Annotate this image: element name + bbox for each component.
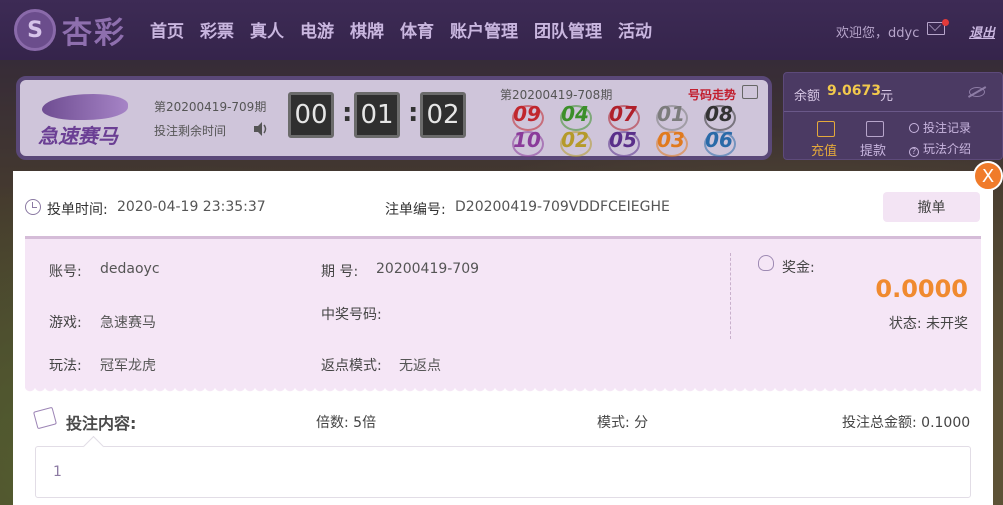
play-value: 冠军龙虎 <box>100 358 156 374</box>
game-header: 急速赛马 第20200419-709期 投注剩余时间 00 : 01 : 02 … <box>16 76 772 160</box>
nav-menu: 首页 彩票 真人 电游 棋牌 体育 账户管理 团队管理 活动 <box>150 17 668 42</box>
result-ball: 05 <box>606 128 640 157</box>
money-bag-icon <box>758 255 774 271</box>
current-issue: 第20200419-709期 <box>154 100 267 114</box>
trend-icon[interactable] <box>742 85 758 99</box>
nav-item-sports[interactable]: 体育 <box>400 17 434 42</box>
clock-icon <box>25 199 41 215</box>
game-label: 游戏: <box>49 315 82 331</box>
balance-unit: 元 <box>880 89 894 104</box>
remain-time-label: 投注剩余时间 <box>154 124 227 138</box>
result-ball: 01 <box>654 102 688 131</box>
timer-seconds: 02 <box>420 92 466 138</box>
horse-icon <box>42 94 128 120</box>
order-no-value: D20200419-709VDDFCEIEGHE <box>455 199 670 215</box>
rebate-value: 无返点 <box>399 358 441 374</box>
logout-link[interactable]: 退出 <box>969 22 995 41</box>
close-modal-button[interactable]: X <box>973 161 1003 191</box>
bet-content-title: 投注内容: <box>66 414 137 433</box>
nav-item-slots[interactable]: 电游 <box>300 17 334 42</box>
trend-link[interactable]: 号码走势 <box>688 86 736 103</box>
unread-dot-icon <box>942 19 949 26</box>
timer-colon: : <box>408 98 419 128</box>
notepad-icon <box>33 406 57 430</box>
total-amount-text: 投注总金额: 0.1000 <box>842 415 971 431</box>
divider <box>784 111 1003 112</box>
balance-amount: 9.0673 <box>827 83 882 99</box>
balance-panel: 余额 9.0673 元 充值 提款 投注记录 ? 玩法介绍 <box>783 72 1003 160</box>
account-value: dedaoyc <box>100 261 160 277</box>
logo-badge-icon: S <box>14 9 56 51</box>
bet-time-value: 2020-04-19 23:35:37 <box>117 199 266 215</box>
wallet-icon[interactable] <box>866 121 884 137</box>
bet-detail-modal: 投单时间: 2020-04-19 23:35:37 注单编号: D2020041… <box>13 171 993 505</box>
recharge-button[interactable]: 充值 <box>811 140 837 159</box>
prize-label: 奖金: <box>782 260 815 276</box>
clock-icon <box>909 123 919 133</box>
nav-item-live[interactable]: 真人 <box>250 17 284 42</box>
top-nav: S 杏彩 首页 彩票 真人 电游 棋牌 体育 账户管理 团队管理 活动 欢迎您，… <box>0 0 1003 60</box>
timer-minutes: 01 <box>354 92 400 138</box>
result-ball: 08 <box>702 102 736 131</box>
withdraw-button[interactable]: 提款 <box>860 140 886 159</box>
issue-value: 20200419-709 <box>376 261 480 277</box>
timer-colon: : <box>342 98 353 128</box>
timer-hours: 00 <box>288 92 334 138</box>
nav-item-activity[interactable]: 活动 <box>618 17 652 42</box>
account-label: 账号: <box>49 264 82 280</box>
divider <box>730 253 731 339</box>
result-ball: 10 <box>510 128 544 157</box>
nav-item-home[interactable]: 首页 <box>150 17 184 42</box>
balance-label: 余额 <box>794 89 821 104</box>
nav-item-lottery[interactable]: 彩票 <box>200 17 234 42</box>
game-value: 急速赛马 <box>100 315 156 331</box>
speaker-icon[interactable] <box>252 120 270 138</box>
bet-content-box: 1 <box>35 446 971 498</box>
bet-time-label: 投单时间: <box>47 202 108 218</box>
result-ball: 02 <box>558 128 592 157</box>
play-label: 玩法: <box>49 358 82 374</box>
bet-detail-panel: 账号: dedaoyc 期 号: 20200419-709 游戏: 急速赛马 中… <box>25 236 981 388</box>
bet-record-link[interactable]: 投注记录 <box>909 119 971 136</box>
status-text: 状态: 未开奖 <box>888 316 968 332</box>
cancel-order-button[interactable]: 撤单 <box>883 192 980 222</box>
bet-content-text: 1 <box>53 464 62 480</box>
scalloped-edge <box>25 386 981 394</box>
question-icon: ? <box>909 147 919 157</box>
mode-text: 模式: 分 <box>597 415 649 431</box>
multiple-text: 倍数: 5倍 <box>316 415 377 431</box>
result-ball: 04 <box>558 102 592 131</box>
prize-value: 0.0000 <box>875 275 968 303</box>
hide-balance-icon[interactable] <box>969 87 985 97</box>
rule-intro-link[interactable]: ? 玩法介绍 <box>909 140 971 157</box>
nav-item-team[interactable]: 团队管理 <box>534 17 602 42</box>
recharge-icon[interactable] <box>817 121 835 137</box>
logo-text: 杏彩 <box>62 16 126 51</box>
game-name: 急速赛马 <box>38 124 118 148</box>
bet-record-label: 投注记录 <box>923 121 972 135</box>
site-logo[interactable]: S 杏彩 <box>14 8 126 52</box>
game-logo: 急速赛马 <box>34 92 134 150</box>
result-ball: 07 <box>606 102 640 131</box>
result-ball: 09 <box>510 102 544 131</box>
welcome-text: 欢迎您，ddyc <box>836 26 920 41</box>
result-ball: 03 <box>654 128 688 157</box>
result-ball: 06 <box>702 128 736 157</box>
nav-item-cards[interactable]: 棋牌 <box>350 17 384 42</box>
order-no-label: 注单编号: <box>385 202 446 218</box>
issue-label: 期 号: <box>321 264 359 280</box>
rule-intro-label: 玩法介绍 <box>923 142 972 156</box>
nav-item-account[interactable]: 账户管理 <box>450 17 518 42</box>
win-numbers-label: 中奖号码: <box>321 307 382 323</box>
rebate-label: 返点模式: <box>321 358 382 374</box>
last-issue: 第20200419-708期 <box>500 88 613 102</box>
